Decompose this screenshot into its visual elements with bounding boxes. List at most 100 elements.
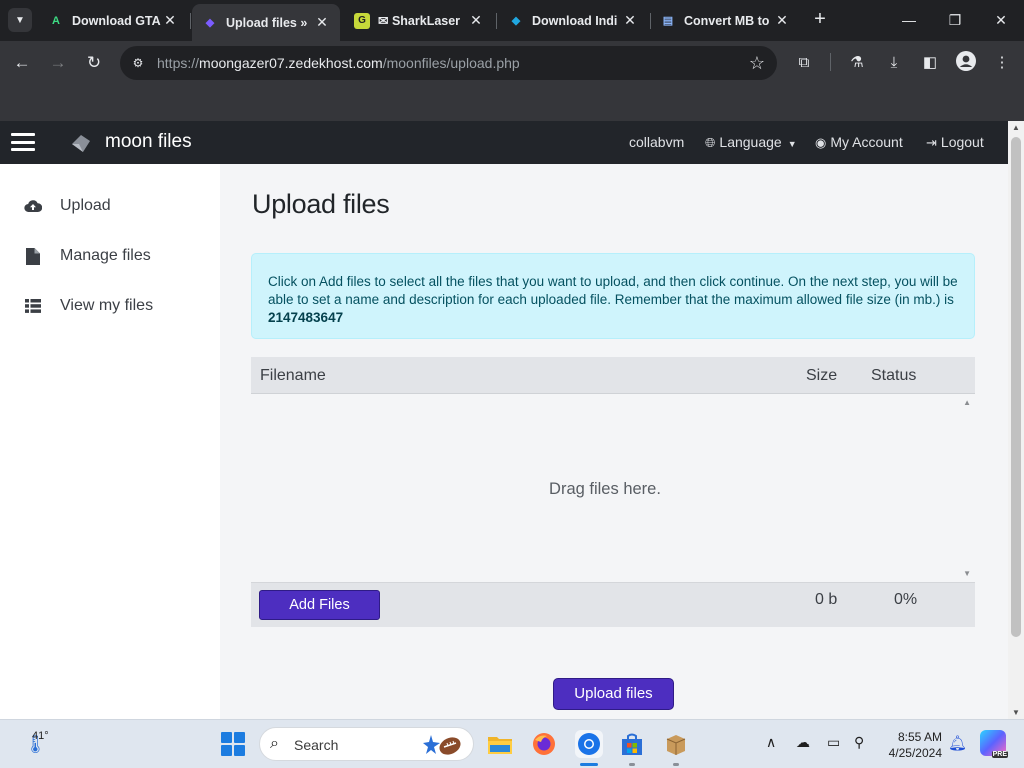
network-icon[interactable]: ⚲ [854,734,864,751]
user-circle-icon: ◉ [815,135,827,150]
menu-kebab-icon[interactable]: ⋮ [990,51,1014,75]
add-files-button[interactable]: Add Files [259,590,380,620]
logout-link[interactable]: ⇥ Logout [926,134,984,151]
tab-sharklaser[interactable]: G ✉ SharkLaser ✕ [344,6,494,35]
weather-widget[interactable]: 🌡︎ 41° [18,728,58,760]
sidebar: Upload Manage files View my files [0,164,220,719]
file-explorer-icon[interactable] [486,730,514,758]
tab-close-icon[interactable]: ✕ [774,12,790,29]
tab-search-button[interactable]: ▼ [8,8,32,32]
new-tab-plus-icon[interactable]: + [810,8,830,32]
site-navbar: moon files collabvm 🌐︎ Language ▼ ◉ My Acco… [0,121,1008,164]
sidebar-item-view-my-files[interactable]: View my files [24,294,153,318]
forward-arrow-icon[interactable]: → [46,51,70,75]
running-app-indicator [629,763,635,766]
list-scroll-down-icon[interactable]: ▼ [963,569,971,578]
profile-avatar-icon[interactable] [954,51,978,75]
site-brand[interactable]: moon files [105,131,192,153]
tab-favicon-icon: G [354,12,370,29]
tab-separator [496,13,497,29]
moon-files-logo-icon[interactable] [70,132,92,154]
column-header-size: Size [806,367,838,384]
my-account-label: My Account [830,134,903,150]
browser-tabstrip: ▼ A Download GTA ✕ ◆ Upload files » ✕ G … [0,0,1024,41]
window-close-icon[interactable]: ✕ [986,8,1016,32]
tray-overflow-chevron-icon[interactable]: ∧ [766,734,776,751]
back-arrow-icon[interactable]: ← [10,51,34,75]
sidebar-item-upload[interactable]: Upload [24,194,111,218]
sidebar-item-label: Upload [60,197,111,214]
hamburger-menu-icon[interactable] [11,133,35,151]
file-drop-zone[interactable]: Drag files here. ▲ ▼ [251,394,975,582]
browser-toolbar: ← → ↻ ⚙ https://moongazer07.zedekhost.co… [0,41,1024,85]
tab-close-icon[interactable]: ✕ [162,12,178,29]
address-bar[interactable]: ⚙ https://moongazer07.zedekhost.com/moon… [120,46,777,80]
upload-files-button[interactable]: Upload files [553,678,674,710]
windows-taskbar: 🌡︎ 41° ⌕ Search ∧ ☁ ▭ ⚲ 8:55 AM 4/25/202… [0,719,1024,768]
scrollbar-thumb[interactable] [1011,137,1021,637]
column-header-status: Status [871,367,917,384]
minimize-icon[interactable]: — [894,8,924,32]
tab-title: Download GTA [72,13,161,28]
display-icon[interactable]: ▭ [827,734,840,751]
url-path: /moonfiles/upload.php [382,55,520,71]
restore-icon[interactable]: ❐ [940,8,970,32]
tab-separator [190,13,191,29]
alert-text: Click on Add files to select all the fil… [268,274,958,307]
scroll-down-arrow-icon[interactable]: ▼ [1008,708,1024,717]
uploader-header: Filename Size Status [251,357,975,394]
page-scrollbar[interactable]: ▲ ▼ [1008,121,1024,719]
microsoft-store-icon[interactable] [618,730,646,758]
copilot-icon[interactable]: PRE [980,730,1008,758]
sidebar-item-manage-files[interactable]: Manage files [24,244,151,268]
max-file-size: 2147483647 [268,310,344,325]
taskbar-clock[interactable]: 8:55 AM 4/25/2024 [884,729,942,761]
page-title: Upload files [252,189,390,219]
tab-favicon-icon: ◆ [511,15,521,27]
list-scroll-up-icon[interactable]: ▲ [963,398,971,407]
notification-bell-icon[interactable]: 🔔︎ [948,734,967,752]
tab-download-indi[interactable]: ◆ Download Indi ✕ [498,6,648,35]
tab-close-icon[interactable]: ✕ [622,12,638,29]
chrome-icon[interactable] [575,730,603,758]
download-icon[interactable]: ⤓ [882,51,906,75]
labs-flask-icon[interactable]: ⚗ [845,51,869,75]
tab-close-icon[interactable]: ✕ [468,12,484,29]
running-app-indicator [673,763,679,766]
sidebar-item-label: Manage files [60,247,151,264]
tab-close-icon[interactable]: ✕ [314,14,330,31]
tab-title-text: SharkLaser [391,14,461,28]
tab-upload-files[interactable]: ◆ Upload files » ✕ [192,4,340,41]
extensions-icon[interactable]: ⧉ [792,51,816,75]
tab-download-gta[interactable]: A Download GTA ✕ [38,6,188,35]
main-content: Upload files Click on Add files to selec… [220,164,1008,719]
language-dropdown[interactable]: 🌐︎ Language ▼ [705,134,797,151]
tab-title: Upload files » [226,15,308,30]
cloud-offline-icon[interactable]: ☁ [796,734,810,751]
profile-avatar-svg [956,51,976,71]
start-windows-icon[interactable] [221,732,245,756]
drop-zone-text: Drag files here. [549,480,661,498]
clock-date: 4/25/2024 [888,746,942,760]
uploader-footer: Add Files 0 b 0% [251,582,975,627]
my-account-link[interactable]: ◉ My Account [815,134,903,151]
file-icon [24,247,42,265]
scroll-up-arrow-icon[interactable]: ▲ [1008,123,1024,132]
mail-icon: ✉ [378,14,392,28]
url-scheme: https:// [157,55,200,71]
taskbar-search-label: Search [294,737,339,753]
page-viewport: moon files collabvm 🌐︎ Language ▼ ◉ My Acco… [0,121,1024,719]
address-url[interactable]: https://moongazer07.zedekhost.com/moonfi… [157,55,520,71]
logout-label: Logout [940,134,984,150]
taskbar-search[interactable]: ⌕ Search [259,727,474,761]
firefox-icon[interactable] [530,730,558,758]
tab-favicon-icon: A [52,14,60,27]
total-progress: 0% [894,591,918,608]
bookmark-star-icon[interactable]: ☆ [749,53,765,74]
package-box-icon[interactable] [662,730,690,758]
reload-icon[interactable]: ↻ [82,51,106,75]
file-uploader: Filename Size Status Drag files here. ▲ … [251,357,975,627]
side-panel-icon[interactable]: ◧ [918,51,942,75]
tab-convert-mb[interactable]: ▤ Convert MB to ✕ [650,6,800,35]
site-info-icon[interactable]: ⚙ [130,55,146,71]
